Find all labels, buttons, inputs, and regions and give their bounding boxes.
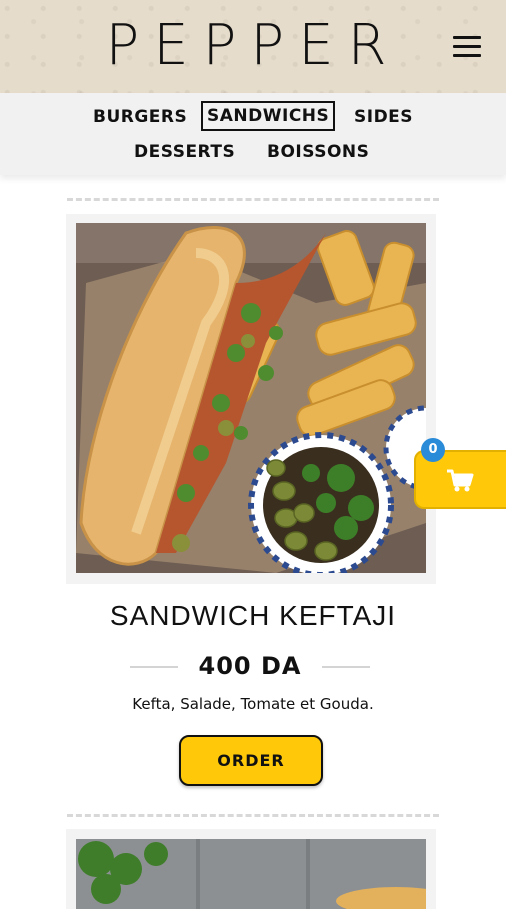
brand-logo[interactable]: PEPPER bbox=[0, 14, 506, 78]
nav-item-sides[interactable]: SIDES bbox=[350, 105, 417, 129]
nav-item-burgers[interactable]: BURGERS bbox=[89, 105, 191, 129]
price-divider-right bbox=[322, 666, 370, 668]
category-nav: BURGERS SANDWICHS SIDES DESSERTS BOISSON… bbox=[0, 93, 506, 175]
order-button[interactable]: ORDER bbox=[179, 735, 323, 786]
shopping-cart-icon bbox=[447, 469, 474, 492]
product-name: SANDWICH KEFTAJI bbox=[109, 600, 397, 631]
sandwich-keftaji-image bbox=[76, 223, 426, 573]
hamburger-menu-icon[interactable] bbox=[453, 36, 481, 58]
divider bbox=[67, 198, 439, 201]
product-photo bbox=[76, 223, 426, 573]
nav-item-boissons[interactable]: BOISSONS bbox=[263, 140, 373, 164]
product-description: Kefta, Salade, Tomate et Gouda. bbox=[132, 695, 374, 713]
cart-count-badge: 0 bbox=[421, 438, 445, 462]
nav-item-desserts[interactable]: DESSERTS bbox=[130, 140, 239, 164]
next-product-image bbox=[76, 839, 426, 909]
nav-item-sandwichs[interactable]: SANDWICHS bbox=[201, 101, 336, 131]
next-product-photo bbox=[76, 839, 426, 909]
price-row: 400 DA bbox=[130, 648, 370, 684]
divider bbox=[67, 814, 439, 817]
site-header: PEPPER bbox=[0, 0, 506, 93]
